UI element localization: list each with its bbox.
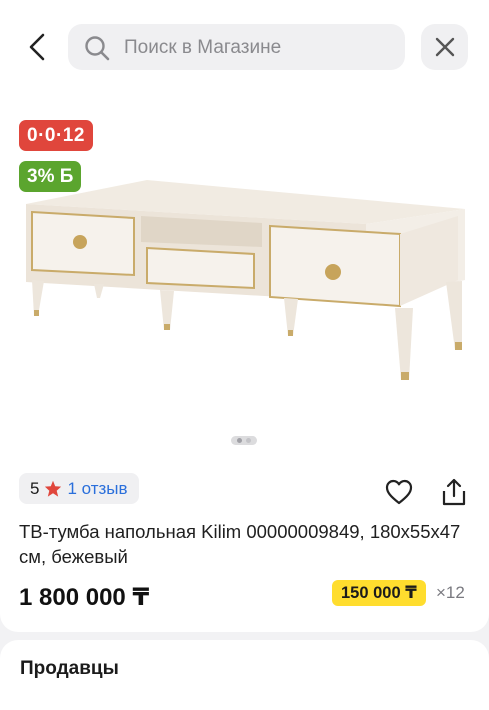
back-button[interactable]	[20, 28, 54, 66]
reviews-link[interactable]: 1 отзыв	[67, 479, 127, 499]
installment-months: ×12	[436, 583, 465, 602]
gallery-pagination	[231, 436, 257, 445]
product-card: Поиск в Магазине 0·0·12 3% Б 5 1 отзыв Т…	[0, 0, 489, 632]
rating-chip[interactable]: 5 1 отзыв	[19, 473, 139, 504]
rating-value: 5	[30, 478, 40, 498]
installment-badge: 0·0·12	[19, 120, 93, 151]
product-price: 1 800 000 ₸	[19, 584, 150, 611]
product-title: ТВ-тумба напольная Kilim 00000009849, 18…	[19, 521, 461, 567]
pagination-dot	[246, 438, 251, 443]
close-button[interactable]	[421, 24, 468, 70]
sellers-section: Продавцы	[0, 640, 489, 710]
star-icon	[45, 480, 62, 497]
heart-icon	[385, 479, 413, 505]
header: Поиск в Магазине	[0, 20, 489, 74]
search-input[interactable]: Поиск в Магазине	[68, 24, 405, 70]
search-icon	[85, 36, 110, 61]
share-button[interactable]	[439, 478, 469, 506]
pagination-dot-active	[237, 438, 242, 443]
search-placeholder: Поиск в Магазине	[124, 37, 282, 58]
close-icon	[435, 37, 454, 57]
bonus-badge: 3% Б	[19, 161, 82, 192]
sellers-title: Продавцы	[20, 658, 119, 679]
installment-price[interactable]: 150 000 ₸	[332, 580, 426, 606]
share-icon	[442, 478, 466, 506]
back-arrow-icon	[29, 33, 45, 61]
favorite-button[interactable]	[384, 478, 414, 506]
